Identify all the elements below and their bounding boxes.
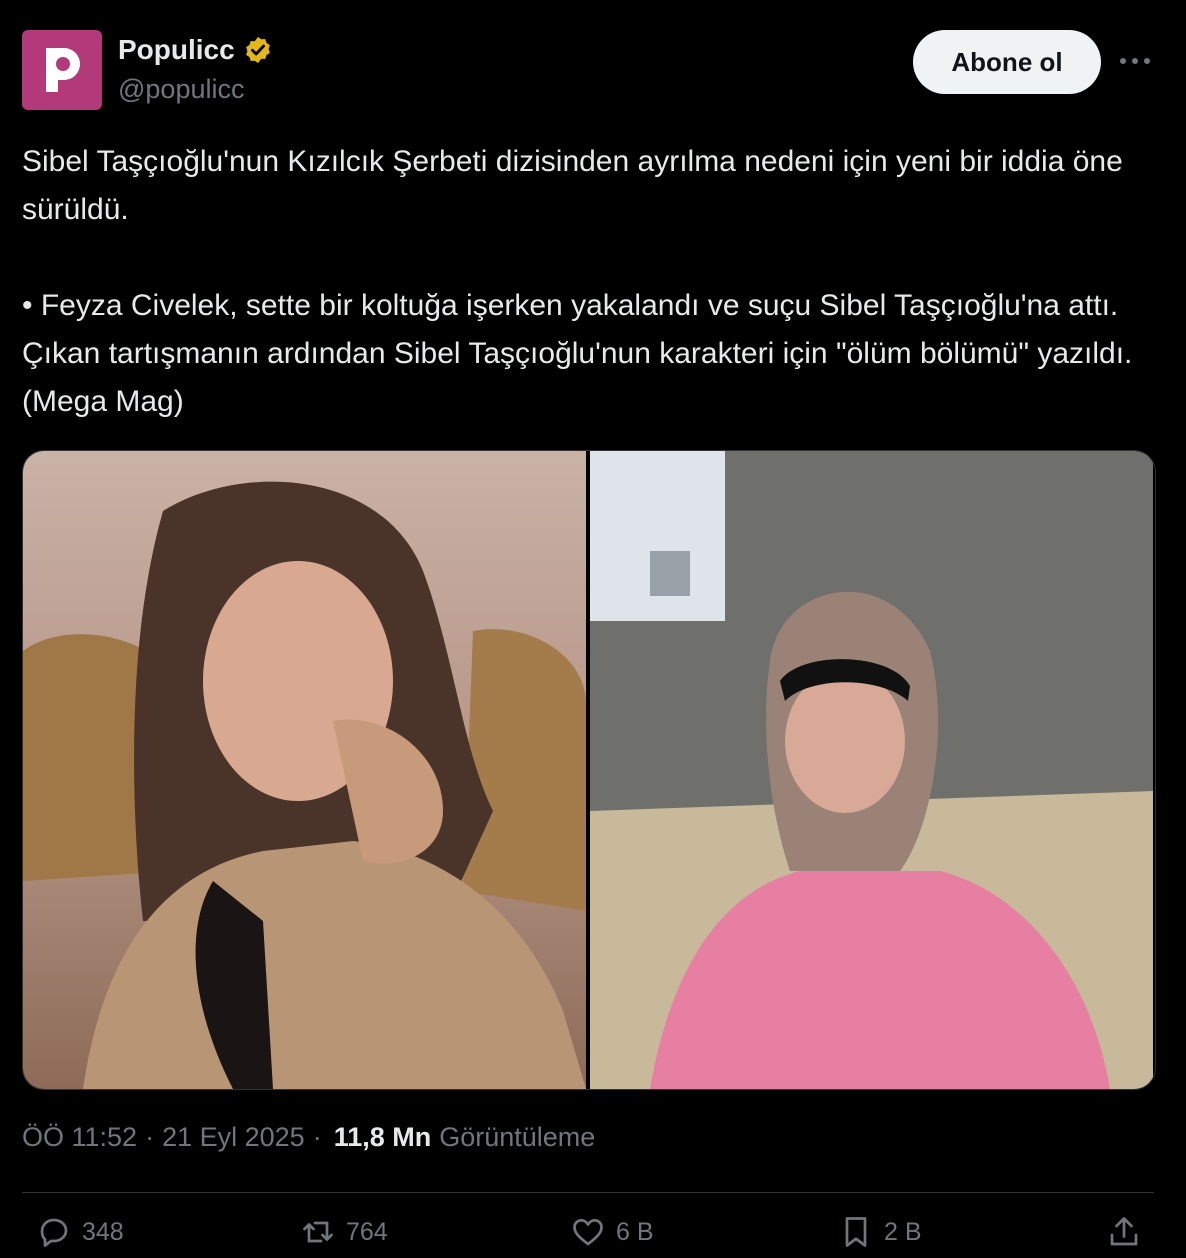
bookmark-button[interactable]: 2 B xyxy=(838,1214,922,1250)
repost-button[interactable]: 764 xyxy=(300,1214,388,1250)
reply-icon xyxy=(40,1218,68,1247)
repost-count: 764 xyxy=(346,1217,388,1246)
tweet-media[interactable] xyxy=(22,450,1156,1090)
views-count: 11,8 Mn xyxy=(333,1122,432,1152)
reply-count: 348 xyxy=(82,1217,124,1246)
author-name-row: Populicc xyxy=(118,34,273,66)
divider xyxy=(22,1192,1154,1193)
tweet-paragraph-1: Sibel Taşçıoğlu'nun Kızılcık Şerbeti diz… xyxy=(22,145,1123,226)
share-icon xyxy=(1110,1217,1138,1246)
avatar[interactable] xyxy=(22,30,102,110)
author-handle[interactable]: @populicc xyxy=(118,74,244,105)
media-photo-2[interactable] xyxy=(590,451,1153,1089)
action-bar: 348 764 6 B 2 B xyxy=(0,1214,1186,1258)
tweet-meta: ÖÖ 11:52 · 21 Eyl 2025 · 11,8 Mn Görüntü… xyxy=(22,1122,595,1153)
populicc-logo-icon xyxy=(46,48,80,92)
more-options-icon[interactable] xyxy=(1116,46,1154,76)
display-name[interactable]: Populicc xyxy=(118,34,235,66)
heart-icon xyxy=(573,1218,603,1246)
tweet-date[interactable]: 21 Eyl 2025 xyxy=(162,1122,305,1153)
repost-icon xyxy=(303,1221,333,1243)
meta-separator: · xyxy=(312,1122,322,1152)
meta-separator: · xyxy=(145,1122,155,1152)
reply-button[interactable]: 348 xyxy=(36,1214,124,1250)
tweet-time[interactable]: ÖÖ 11:52 xyxy=(22,1122,137,1153)
share-button[interactable] xyxy=(1106,1214,1142,1250)
bookmark-icon xyxy=(845,1217,867,1247)
follow-button[interactable]: Abone ol xyxy=(913,30,1101,94)
like-button[interactable]: 6 B xyxy=(570,1214,654,1250)
tweet-paragraph-2: • Feyza Civelek, sette bir koltuğa işerk… xyxy=(22,289,1133,418)
verified-badge-icon[interactable] xyxy=(243,35,273,65)
tweet-text: Sibel Taşçıoğlu'nun Kızılcık Şerbeti diz… xyxy=(22,138,1162,426)
like-count: 6 B xyxy=(616,1217,654,1246)
media-photo-1[interactable] xyxy=(23,451,586,1089)
bookmark-count: 2 B xyxy=(884,1217,922,1246)
views-label: Görüntüleme xyxy=(439,1122,596,1152)
